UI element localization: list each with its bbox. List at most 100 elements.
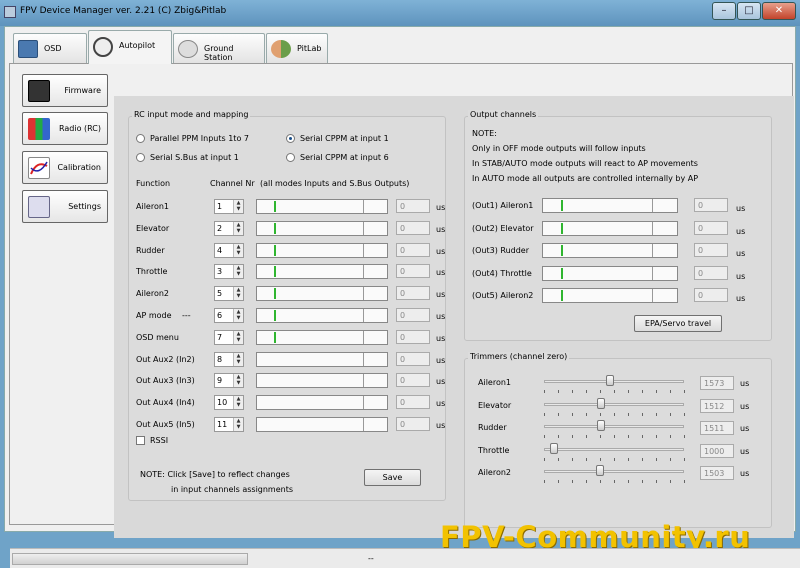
slider-tick [684,480,685,484]
spinner-arrows-icon[interactable]: ▲ ▼ [233,221,243,235]
channel-value-box: 0 [396,199,430,213]
slider-tick [670,457,671,461]
channel-spinner[interactable]: 7 ▲ ▼ [214,329,244,345]
tab-osd[interactable]: OSD [13,33,87,63]
output-level-bar [542,265,678,281]
trimmer-slider-track[interactable] [544,470,684,474]
trimmer-slider-thumb[interactable] [597,420,606,432]
channel-spinner[interactable]: 6 ▲ ▼ [214,308,244,323]
channel-spinner[interactable]: 8 ▲ ▼ [214,351,244,367]
channel-spinner[interactable]: 11 ▲ ▼ [214,417,244,432]
channel-value-box: 0 [396,286,430,301]
output-value-box: 0 [694,198,728,212]
unit-label: us [436,355,446,365]
trimmer-slider-thumb[interactable] [605,375,614,386]
trimmer-slider-track[interactable] [544,447,684,451]
slider-tick [600,457,601,461]
epa-servo-travel-button[interactable]: EPA/Servo travel [634,315,722,332]
unit-label: us [436,421,446,430]
channel-spinner[interactable]: 10 ▲ ▼ [214,395,244,411]
channel-spinner[interactable]: 1 ▲ ▼ [214,199,244,214]
tab-pitlab-label: PitLab [297,44,322,53]
tab-pitlab[interactable]: PitLab [266,33,328,63]
unit-label: us [736,294,746,303]
maximize-button[interactable]: □ [737,2,761,20]
parallel-ppm-radio[interactable] [136,134,145,143]
cppm-input6-radio[interactable] [286,153,295,162]
channel-spinner[interactable]: 4 ▲ ▼ [214,242,244,258]
channel-spinner[interactable]: 3 ▲ ▼ [214,264,244,280]
channel-level-bar [256,199,388,214]
unit-label: us [436,203,446,212]
function-label: Aileron2 [136,289,170,299]
slider-tick [642,390,643,393]
slider-tick [544,390,545,393]
spinner-arrows-icon[interactable]: ▲ ▼ [233,309,243,322]
output-level-bar [542,198,678,213]
spinner-arrows-icon[interactable]: ▲ ▼ [233,200,243,213]
slider-tick [628,480,629,484]
trimmer-value-box: 1503 [700,466,734,481]
trimmer-slider-track[interactable] [544,425,684,429]
spinner-arrows-icon[interactable]: ▲ ▼ [233,265,243,279]
app-icon [4,6,16,18]
channel-value-box: 0 [396,220,430,235]
spinner-arrows-icon[interactable]: ▲ ▼ [233,330,243,344]
spinner-arrows-icon[interactable]: ▲ ▼ [233,396,243,410]
spinner-arrows-icon[interactable]: ▲ ▼ [233,287,243,301]
tab-autopilot[interactable]: Autopilot [88,30,172,64]
spinner-arrows-icon[interactable]: ▲ ▼ [233,243,243,257]
level-marker [274,331,277,343]
channel-level-bar [256,286,388,302]
nav-settings-button[interactable]: Settings [22,190,108,223]
trimmer-slider-thumb[interactable] [596,465,604,477]
slider-tick [544,435,545,439]
bar-separator [362,265,364,279]
sbus-label: Serial S.Bus at input 1 [150,153,239,162]
sbus-radio[interactable] [136,153,145,162]
save-button[interactable]: Save [364,469,421,486]
trimmer-slider-thumb[interactable] [549,442,558,454]
minimize-button[interactable]: – [712,2,736,20]
spinner-arrows-icon[interactable]: ▲ ▼ [233,352,243,366]
close-button[interactable]: ✕ [762,2,796,20]
osd-icon [18,40,38,58]
nav-radio-button[interactable]: Radio (RC) [22,112,108,145]
channel-value-box: 0 [396,329,430,344]
channel-spinner[interactable]: 5 ▲ ▼ [214,286,244,302]
trimmer-value-box: 1000 [700,443,734,458]
bar-graph-icon [28,118,50,140]
channel-spinner[interactable]: 9 ▲ ▼ [214,373,244,389]
slider-tick [600,480,601,484]
channel-value-box: 0 [396,351,430,366]
trimmer-slider-thumb[interactable] [597,397,606,409]
channel-level-bar [256,242,388,258]
rc-input-group-title: RC input mode and mapping [132,110,251,119]
slider-tick [614,390,615,393]
bar-separator [362,287,364,301]
trimmer-slider-track[interactable] [544,402,684,406]
bar-separator [651,266,653,280]
tab-autopilot-label: Autopilot [119,41,156,50]
tab-ground-station[interactable]: Ground Station [173,33,265,63]
main-client-area: OSD Autopilot Ground Station PitLab Firm… [4,26,800,568]
bar-separator [651,199,653,212]
rssi-checkbox[interactable] [136,436,145,445]
spinner-arrows-icon[interactable]: ▲ ▼ [233,418,243,431]
channel-value-box: 0 [396,373,430,388]
trimmer-slider-track[interactable] [544,380,684,383]
bar-separator [362,200,364,213]
channel-level-bar [256,308,388,323]
channel-level-bar [256,264,388,280]
slider-tick [656,457,657,461]
slider-tick [656,435,657,439]
channel-spinner[interactable]: 2 ▲ ▼ [214,220,244,236]
channel-value: 6 [217,311,223,320]
cppm-input1-radio[interactable] [286,134,295,143]
unit-label: us [736,249,746,258]
slider-tick [544,457,545,461]
nav-calibration-button[interactable]: Calibration [22,151,108,184]
nav-firmware-button[interactable]: Firmware [22,74,108,107]
slider-tick [586,390,587,393]
spinner-arrows-icon[interactable]: ▲ ▼ [233,374,243,388]
